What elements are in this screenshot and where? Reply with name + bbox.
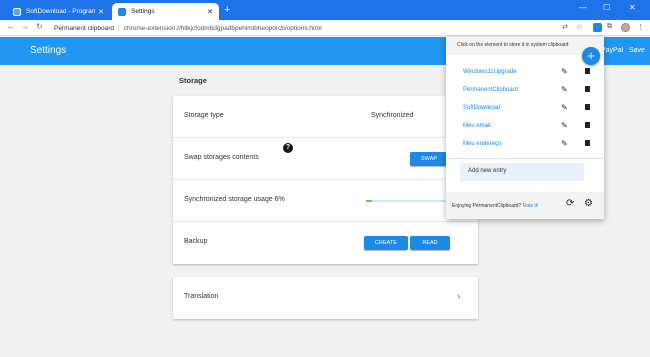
add-new-entry-input[interactable]: Add new entry [460,163,584,181]
favicon-icon [118,7,126,16]
puzzle-icon[interactable]: ⧉ [607,23,612,31]
storage-type-select[interactable]: Synchronized [371,112,413,119]
back-arrow-icon[interactable]: ← [7,22,15,31]
entry-name[interactable]: Windows11Upgrade [463,69,517,75]
list-item[interactable]: PermanentClipboard ✎ [446,82,604,100]
pencil-icon[interactable]: ✎ [561,85,568,94]
translation-label: Translation [184,293,219,300]
pencil-icon[interactable]: ✎ [561,121,568,130]
rate-link[interactable]: Rate it! [523,203,539,209]
trash-icon[interactable] [585,140,590,146]
trash-icon[interactable] [585,104,590,110]
entry-name[interactable]: PermanentClipboard [463,87,518,93]
page-title: Settings [30,45,67,56]
new-tab-button[interactable]: + [224,3,230,17]
swap-button[interactable]: SWAP [410,152,448,166]
close-tab-icon[interactable]: ✕ [98,8,104,16]
footer-text: Enjoying PermanentClipboard? Rate it! [452,203,538,209]
tab-softdownload[interactable]: SoftDownload - Programas e jogos ✕ [7,3,110,20]
pencil-icon[interactable]: ✎ [561,67,568,76]
translate-icon[interactable]: ⇄ [562,23,568,31]
minimize-button[interactable]: — [579,3,587,12]
enjoy-text: Enjoying PermanentClipboard? [452,203,522,209]
list-item[interactable]: Meu email ✎ [446,118,604,136]
backup-label: Backup [184,238,208,245]
close-window-button[interactable]: ✕ [629,3,636,12]
storage-card: Storage type Synchronized Swap storages … [173,96,478,264]
clipboard-popup: Click on the element to store it in syst… [446,37,604,219]
entry-name[interactable]: Meu email [463,123,491,129]
popup-footer: Enjoying PermanentClipboard? Rate it! ⟳ … [446,192,604,219]
list-item[interactable]: Meu endereço ✎ [446,136,604,154]
address-separator: | [117,24,120,32]
swap-row: Swap storages contents SWAP [173,138,478,180]
tab-title: Settings [131,8,155,15]
address-bar[interactable]: Permanent clipboard | chrome-extension:/… [54,22,554,34]
menu-dots-icon[interactable]: ⋮ [637,23,644,31]
site-name: Permanent clipboard [54,24,114,32]
extension-icon[interactable] [593,23,602,32]
translation-row[interactable]: Translation › [173,277,478,319]
paypal-link[interactable]: PayPal [601,47,623,54]
swap-label: Swap storages contents [184,154,259,161]
read-button[interactable]: READ [410,236,450,250]
list-item[interactable]: Windows11Upgrade ✎ [446,64,604,82]
tab-strip: SoftDownload - Programas e jogos ✕ Setti… [0,0,650,20]
maximize-button[interactable]: ☐ [603,3,610,12]
translation-card[interactable]: Translation › [173,277,478,319]
save-button[interactable]: Save [629,47,645,54]
storage-section-title: Storage [179,76,207,85]
pencil-icon[interactable]: ✎ [561,103,568,112]
popup-hint: Click on the element to store it in syst… [446,37,604,55]
trash-icon[interactable] [585,122,590,128]
chevron-right-icon[interactable]: › [457,291,460,302]
pencil-icon[interactable]: ✎ [561,139,568,148]
trash-icon[interactable] [585,68,590,74]
list-item[interactable]: SoftDownload ✎ [446,100,604,118]
star-icon[interactable]: ☆ [576,23,582,31]
usage-row: Synchronized storage usage 6% [173,180,478,222]
close-tab-icon[interactable]: ✕ [207,8,213,16]
add-entry-fab[interactable]: + [582,47,600,65]
favicon-icon [13,7,21,16]
divider [446,158,604,159]
entry-name[interactable]: Meu endereço [463,141,501,147]
sync-icon[interactable]: ⟳ [566,198,574,209]
backup-row: Backup CREATE READ [173,222,478,264]
avatar[interactable] [621,23,630,32]
url-text: chrome-extension://hllkjcfodmbdgpadbpehi… [123,24,322,32]
entry-name[interactable]: SoftDownload [463,105,500,111]
tab-settings[interactable]: Settings ✕ [112,3,219,20]
help-icon[interactable]: ? [283,143,293,153]
tab-title: SoftDownload - Programas e jogos [26,8,96,15]
storage-type-label: Storage type [184,112,224,119]
usage-label: Synchronized storage usage 6% [184,196,285,203]
storage-type-row: Storage type Synchronized [173,96,478,138]
create-button[interactable]: CREATE [364,236,408,250]
gear-icon[interactable]: ⚙ [584,198,593,209]
reload-icon[interactable]: ↻ [36,22,43,31]
browser-toolbar: ← → ↻ Permanent clipboard | chrome-exten… [0,20,650,36]
trash-icon[interactable] [585,86,590,92]
usage-progress-fill [366,200,372,202]
forward-arrow-icon[interactable]: → [21,22,29,31]
